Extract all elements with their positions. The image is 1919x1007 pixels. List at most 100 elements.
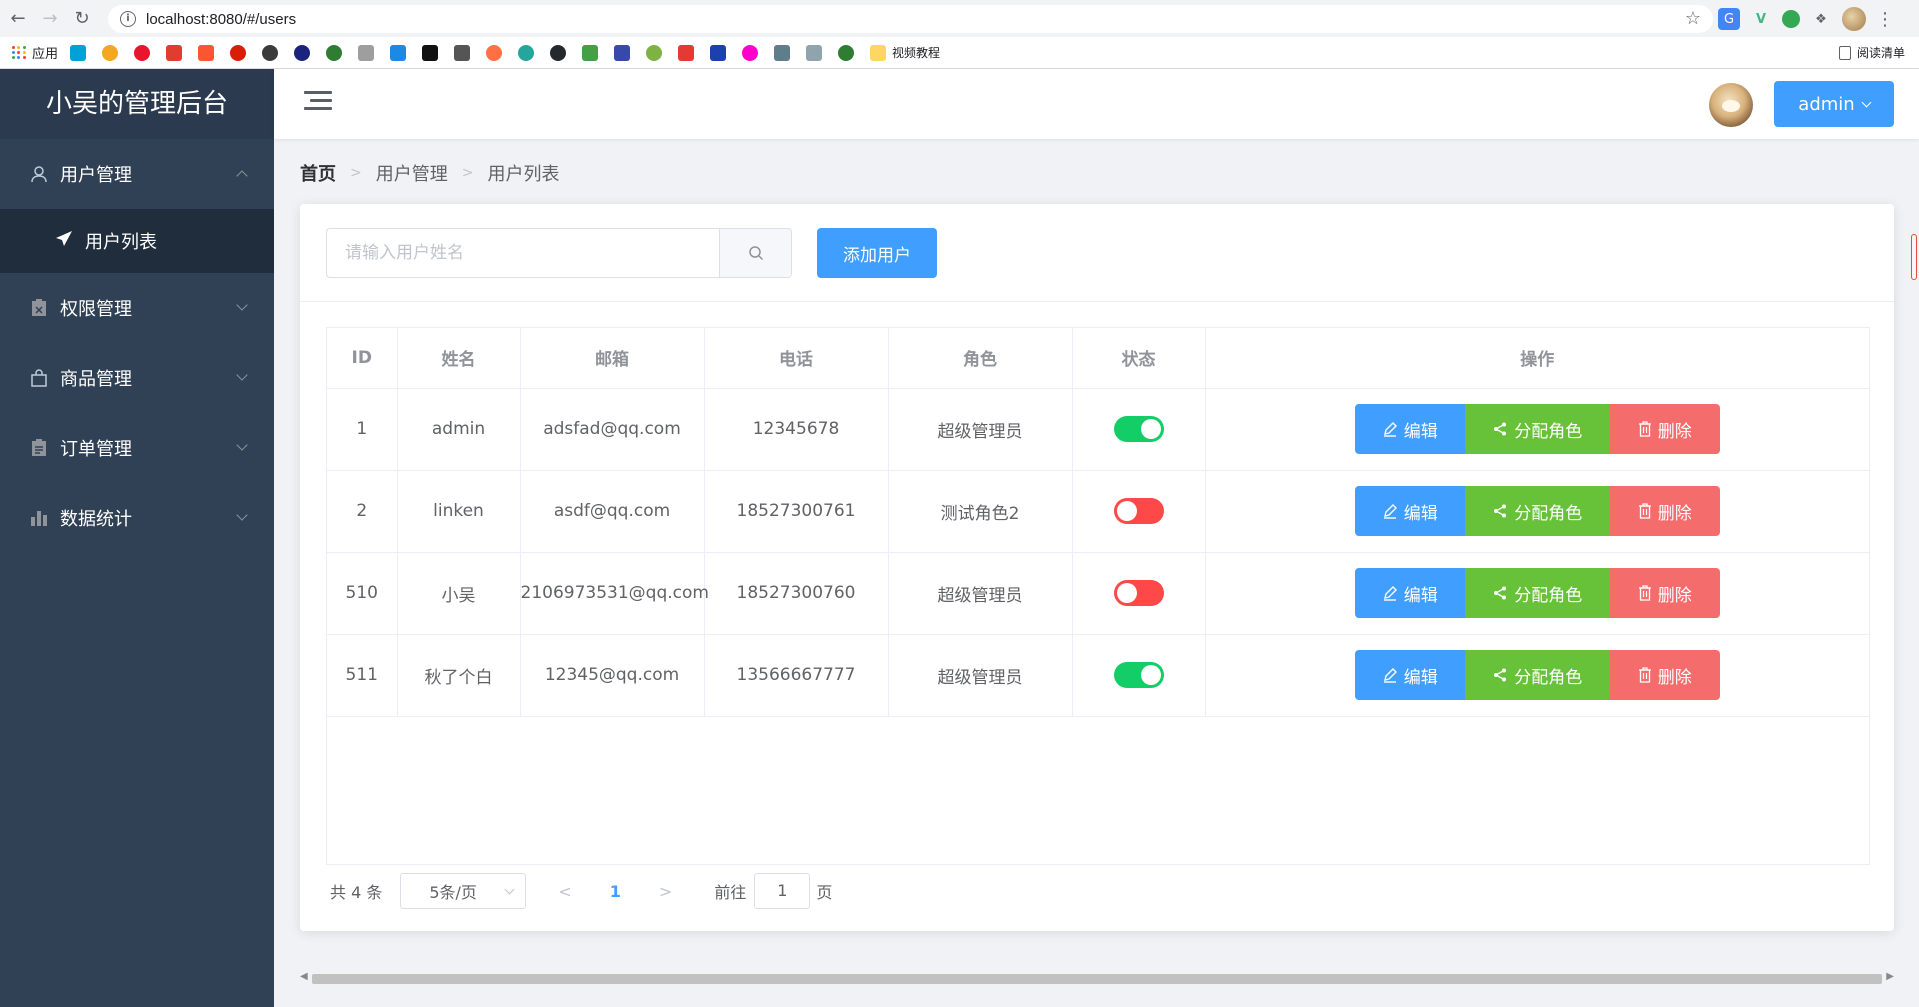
profile-avatar[interactable] <box>1842 7 1866 31</box>
bookmark-icon-11[interactable] <box>390 44 407 61</box>
reading-list-label: 阅读清单 <box>1856 46 1905 60</box>
assign-role-button[interactable]: 分配角色 <box>1464 568 1610 618</box>
bookmark-icon-13[interactable] <box>454 44 471 61</box>
chevron-down-icon <box>236 299 248 311</box>
sidebar: 小吴的管理后台 用户管理 用户列表 权限管理 商品管理 订单管理 数据统计 <box>0 69 274 1007</box>
bookmark-icon-8[interactable] <box>294 44 311 61</box>
menu-item-permission-management[interactable]: 权限管理 <box>0 273 274 343</box>
admin-label: admin <box>1798 93 1855 115</box>
bookmark-icon-25[interactable] <box>838 44 855 61</box>
bookmark-icon-12[interactable] <box>422 44 439 61</box>
bookmark-icon-24[interactable] <box>806 44 823 61</box>
edit-button[interactable]: 编辑 <box>1354 404 1465 454</box>
delete-button[interactable]: 删除 <box>1609 404 1720 454</box>
switch-knob <box>1116 501 1137 521</box>
delete-label: 删除 <box>1657 585 1692 606</box>
bookmark-folder-label[interactable]: 视频教程 <box>892 44 940 61</box>
bookmark-github-icon[interactable] <box>550 44 567 61</box>
bookmark-icon-23[interactable] <box>774 44 791 61</box>
bookmark-star-icon[interactable]: ☆ <box>1685 8 1701 29</box>
edit-button[interactable]: 编辑 <box>1354 568 1465 618</box>
cell-phone: 13566667777 <box>704 634 889 717</box>
edit-label: 编辑 <box>1403 421 1438 442</box>
edit-button[interactable]: 编辑 <box>1354 650 1465 700</box>
bookmark-home-icon[interactable] <box>358 44 375 61</box>
avatar[interactable] <box>1709 83 1753 127</box>
vertical-scrollbar-thumb[interactable] <box>1911 234 1917 280</box>
site-info-icon[interactable]: i <box>120 11 136 27</box>
prev-page-button[interactable]: < <box>558 882 571 901</box>
next-page-button[interactable]: > <box>659 882 672 901</box>
column-header-actions: 操作 <box>1205 328 1869 389</box>
scroll-left-icon[interactable]: ◀ <box>300 971 308 982</box>
add-user-button[interactable]: 添加用户 <box>817 228 937 278</box>
translate-extension-icon[interactable]: G <box>1718 8 1740 30</box>
reload-icon[interactable]: ↻ <box>68 5 96 33</box>
scroll-right-icon[interactable]: ▶ <box>1886 971 1894 982</box>
bookmark-icon-21[interactable] <box>710 44 727 61</box>
goto-page-input[interactable]: 1 <box>754 873 811 909</box>
admin-dropdown-button[interactable]: admin <box>1774 81 1894 127</box>
puzzle-icon[interactable]: ❖ <box>1810 8 1832 30</box>
status-switch[interactable] <box>1113 416 1164 442</box>
bookmark-icon-18[interactable] <box>614 44 631 61</box>
status-switch[interactable] <box>1113 580 1164 606</box>
bookmark-icon-9[interactable] <box>326 44 343 61</box>
bookmark-bilibili-icon[interactable] <box>70 44 87 61</box>
bookmark-icon-17[interactable] <box>582 44 599 61</box>
breadcrumb-home[interactable]: 首页 <box>300 160 336 186</box>
address-url[interactable]: localhost:8080/#/users <box>146 11 296 28</box>
edit-button[interactable]: 编辑 <box>1354 486 1465 536</box>
search-input[interactable] <box>327 229 719 277</box>
hamburger-icon[interactable] <box>304 91 332 115</box>
delete-button[interactable]: 删除 <box>1609 486 1720 536</box>
scrollbar-thumb[interactable] <box>312 974 1882 984</box>
bookmark-icon-6[interactable] <box>230 44 247 61</box>
assign-role-button[interactable]: 分配角色 <box>1464 486 1610 536</box>
assign-role-button[interactable]: 分配角色 <box>1464 404 1610 454</box>
search-button[interactable] <box>719 229 791 277</box>
status-switch[interactable] <box>1113 498 1164 524</box>
menu-kebab-icon[interactable]: ⋮ <box>1876 9 1894 30</box>
menu-item-goods-management[interactable]: 商品管理 <box>0 343 274 413</box>
submenu-item-user-list[interactable]: 用户列表 <box>0 209 274 273</box>
status-switch[interactable] <box>1113 662 1164 688</box>
cell-phone: 18527300760 <box>704 552 889 635</box>
bookmark-icon-15[interactable] <box>518 44 535 61</box>
page-number-current[interactable]: 1 <box>610 882 621 901</box>
assign-role-button[interactable]: 分配角色 <box>1464 650 1610 700</box>
vertical-scrollbar[interactable] <box>1909 234 1919 284</box>
address-bar[interactable]: i localhost:8080/#/users ☆ <box>108 5 1713 33</box>
menu-item-order-management[interactable]: 订单管理 <box>0 413 274 483</box>
back-icon[interactable]: ← <box>4 5 32 33</box>
bookmark-icon-14[interactable] <box>486 44 503 61</box>
edit-label: 编辑 <box>1403 503 1438 524</box>
bookmark-apps[interactable]: 应用 <box>12 43 58 62</box>
vue-devtools-icon[interactable]: V <box>1750 8 1772 30</box>
user-list-card: 添加用户 ID 姓名 邮箱 电话 角色 状态 <box>300 204 1894 931</box>
cell-status <box>1072 470 1206 553</box>
extension-globe-icon[interactable] <box>1782 10 1800 28</box>
horizontal-scrollbar[interactable]: ◀ ▶ <box>300 969 1894 987</box>
switch-knob <box>1140 665 1161 685</box>
bookmark-csdn-icon[interactable] <box>198 44 215 61</box>
edit-icon <box>1383 668 1397 683</box>
bookmark-icon-2[interactable] <box>102 44 119 61</box>
cell-status <box>1072 552 1206 635</box>
menu-item-user-management[interactable]: 用户管理 <box>0 139 274 209</box>
reading-list[interactable]: 阅读清单 <box>1838 44 1905 61</box>
cell-actions: 编辑 分配角色 删除 <box>1205 388 1869 471</box>
bookmark-folder-icon[interactable] <box>870 44 887 61</box>
delete-button[interactable]: 删除 <box>1609 650 1720 700</box>
bookmark-icon-22[interactable] <box>742 44 759 61</box>
bookmark-icon-20[interactable] <box>678 44 695 61</box>
forward-icon[interactable]: → <box>36 5 64 33</box>
page-size-select[interactable]: 5条/页 <box>400 873 527 909</box>
bookmark-icon-4[interactable] <box>166 44 183 61</box>
bookmark-weibo-icon[interactable] <box>134 44 151 61</box>
menu-item-data-statistics[interactable]: 数据统计 <box>0 483 274 553</box>
chevron-down-icon <box>1861 97 1872 107</box>
bookmark-icon-19[interactable] <box>646 44 663 61</box>
delete-button[interactable]: 删除 <box>1609 568 1720 618</box>
bookmark-icon-7[interactable] <box>262 44 279 61</box>
